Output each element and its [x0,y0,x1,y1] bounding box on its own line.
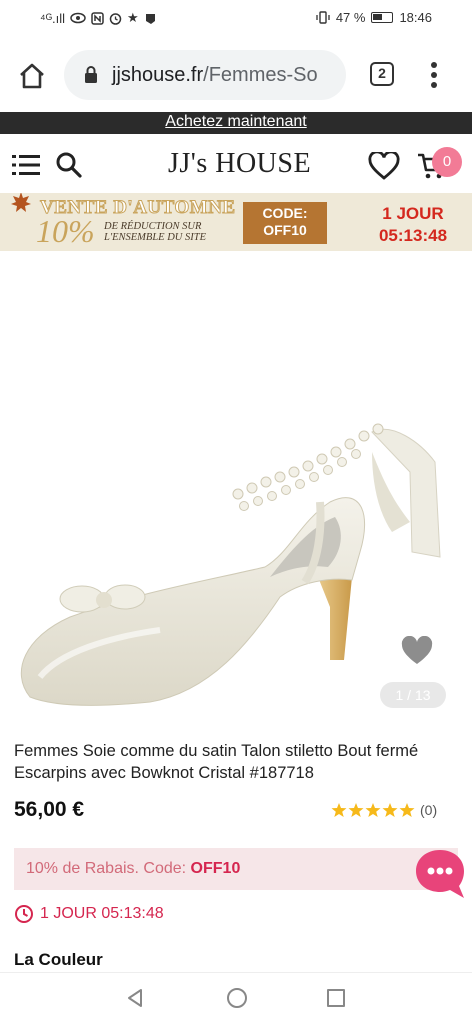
code-label: CODE: [262,205,308,221]
lock-icon [85,66,97,83]
offer-timer: 1 JOUR 05:13:48 [14,904,164,924]
status-bar: ⁴ᴳ.ıll ★ 47 % 18:46 [0,0,472,38]
system-navigation-bar [0,972,472,1024]
countdown-days: 1 JOUR [382,204,444,223]
autumn-sale-banner[interactable]: VENTE D'AUTOMNE 10% DE RÉDUCTION SUR L'E… [0,193,472,251]
site-logo[interactable]: JJ's HOUSE [168,148,311,180]
countdown-time: 05:13:48 [378,226,448,245]
more-menu-icon[interactable] [426,60,442,90]
rating-stars[interactable]: (0) [331,802,437,818]
code-value: OFF10 [263,222,307,238]
battery-percent: 47 % [335,10,366,25]
review-count[interactable]: (0) [420,802,437,818]
sale-countdown: 1 JOUR 05:13:48 [368,203,458,247]
star-icon [399,803,415,817]
pearl-strap [232,423,384,511]
url-host: jjshouse.fr [112,63,204,86]
clock-time: 18:46 [399,10,432,25]
notification-icon [145,13,155,24]
star-icon [382,803,398,817]
favorite-heart-icon[interactable] [400,636,434,666]
sale-desc-line2: L'ENSEMBLE DU SITE [104,232,206,243]
maple-leaf-icon [11,193,31,212]
back-icon[interactable] [124,987,146,1009]
tab-switcher-button[interactable]: 2 [370,62,394,86]
signal-text: ⁴ᴳ.ıll [40,10,66,26]
discount-code: OFF10 [190,860,241,877]
url-text: jjshouse.fr/Femmes-So [112,64,318,87]
chat-bubble-icon[interactable] [412,846,468,902]
sale-percent: 10% [36,213,95,249]
address-bar[interactable]: jjshouse.fr/Femmes-So [64,50,346,100]
status-icons-right: 47 % 18:46 [316,10,432,25]
product-title: Femmes Soie comme du satin Talon stilett… [14,742,419,782]
clock-icon [15,905,33,923]
star-icon [348,803,364,817]
site-header: JJ's HOUSE 0 [0,134,472,192]
recent-apps-icon[interactable] [327,989,345,1007]
timer-text: 1 JOUR 05:13:48 [40,905,164,922]
sale-desc-line1: DE RÉDUCTION SUR [104,221,202,232]
search-icon[interactable] [55,151,83,179]
star-icon [365,803,381,817]
nfc-icon [91,11,104,25]
alarm-icon [109,12,122,25]
url-path: /Femmes-So [203,63,318,86]
discount-text: 10% de Rabais. Code: [26,860,191,877]
eye-icon [70,12,86,24]
menu-list-icon[interactable] [12,153,40,177]
home-nav-icon[interactable] [226,987,248,1009]
discount-banner: 10% de Rabais. Code: OFF10 [14,848,458,890]
battery-icon [371,12,394,23]
shoe-product-image [20,423,441,706]
home-icon[interactable] [16,60,48,92]
product-price: 56,00 € [14,798,85,821]
status-icons-left: ⁴ᴳ.ıll ★ [40,10,157,26]
vibrate-icon [316,11,330,24]
color-option-label: La Couleur [14,950,103,969]
cart-count-badge: 0 [432,147,462,177]
sale-description: DE RÉDUCTION SUR L'ENSEMBLE DU SITE [104,221,206,243]
star-icon [331,803,347,817]
image-counter: 1 / 13 [380,682,446,708]
promo-bar: Achetez maintenant [0,112,472,134]
star-status-icon: ★ [127,10,139,25]
wishlist-heart-icon[interactable] [368,152,400,180]
shop-now-link[interactable]: Achetez maintenant [165,113,306,130]
product-image-gallery[interactable]: 1 / 13 [0,252,472,714]
browser-toolbar: jjshouse.fr/Femmes-So 2 [0,38,472,112]
sale-code-box: CODE: OFF10 [243,202,327,244]
